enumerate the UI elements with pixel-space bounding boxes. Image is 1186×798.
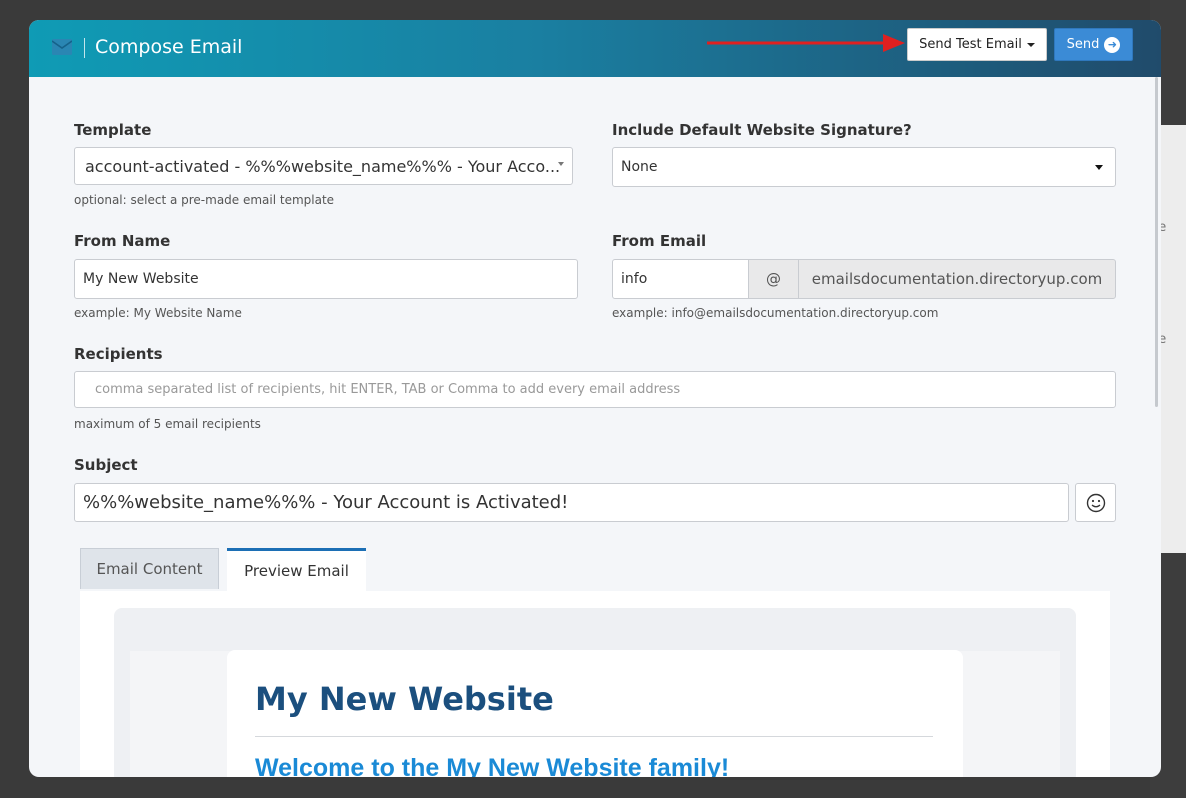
subject-label: Subject xyxy=(74,456,138,474)
email-divider xyxy=(255,736,933,737)
signature-label: Include Default Website Signature? xyxy=(612,121,912,139)
template-help: optional: select a pre-made email templa… xyxy=(74,193,335,207)
send-test-email-label: Send Test Email xyxy=(919,37,1022,52)
tab-preview-email[interactable]: Preview Email xyxy=(227,548,366,591)
modal-title: Compose Email xyxy=(95,36,243,58)
template-label: Template xyxy=(74,121,152,139)
emoji-smile-icon xyxy=(1086,493,1105,512)
from-name-label: From Name xyxy=(74,232,171,250)
emoji-picker-button[interactable] xyxy=(1075,483,1116,522)
template-value: account-activated - %%%website_name%%% -… xyxy=(85,156,561,176)
chevron-down-icon xyxy=(1026,42,1035,47)
email-welcome-heading: Welcome to the My New Website family! xyxy=(255,754,730,777)
send-button[interactable]: Send ➜ xyxy=(1054,28,1133,61)
header-divider xyxy=(84,38,85,58)
recipients-help: maximum of 5 email recipients xyxy=(74,417,261,431)
recipients-placeholder: comma separated list of recipients, hit … xyxy=(95,382,681,397)
send-label: Send xyxy=(1066,37,1100,52)
from-name-help: example: My Website Name xyxy=(74,306,242,320)
compose-email-modal: Compose Email Send Test Email Send ➜ Tem… xyxy=(29,20,1161,777)
subject-input[interactable]: %%%website_name%%% - Your Account is Act… xyxy=(74,483,1069,522)
from-email-local-input[interactable]: info xyxy=(612,259,749,299)
template-select[interactable]: account-activated - %%%website_name%%% -… xyxy=(74,147,573,185)
signature-select[interactable]: None xyxy=(612,147,1116,187)
subject-value: %%%website_name%%% - Your Account is Act… xyxy=(83,492,569,513)
send-test-email-button[interactable]: Send Test Email xyxy=(907,28,1047,61)
tab-email-content[interactable]: Email Content xyxy=(80,548,219,589)
email-site-name: My New Website xyxy=(255,680,554,718)
from-email-help: example: info@emailsdocumentation.direct… xyxy=(612,306,939,320)
recipients-input[interactable]: comma separated list of recipients, hit … xyxy=(74,371,1116,408)
recipients-label: Recipients xyxy=(74,345,163,363)
signature-value: None xyxy=(621,159,658,175)
scrollbar[interactable] xyxy=(1155,77,1158,407)
envelope-icon xyxy=(52,39,72,55)
arrow-right-circle-icon: ➜ xyxy=(1104,36,1121,53)
chevron-down-icon xyxy=(1095,165,1103,170)
at-sign-addon: @ xyxy=(748,259,799,299)
red-arrow-annotation xyxy=(707,34,905,52)
chevron-down-icon xyxy=(558,162,564,166)
from-email-domain: emailsdocumentation.directoryup.com xyxy=(798,259,1116,299)
from-name-value: My New Website xyxy=(83,271,199,287)
from-name-input[interactable]: My New Website xyxy=(74,259,578,299)
from-email-local-value: info xyxy=(621,271,648,287)
from-email-label: From Email xyxy=(612,232,707,250)
modal-header: Compose Email Send Test Email Send ➜ xyxy=(29,20,1161,77)
